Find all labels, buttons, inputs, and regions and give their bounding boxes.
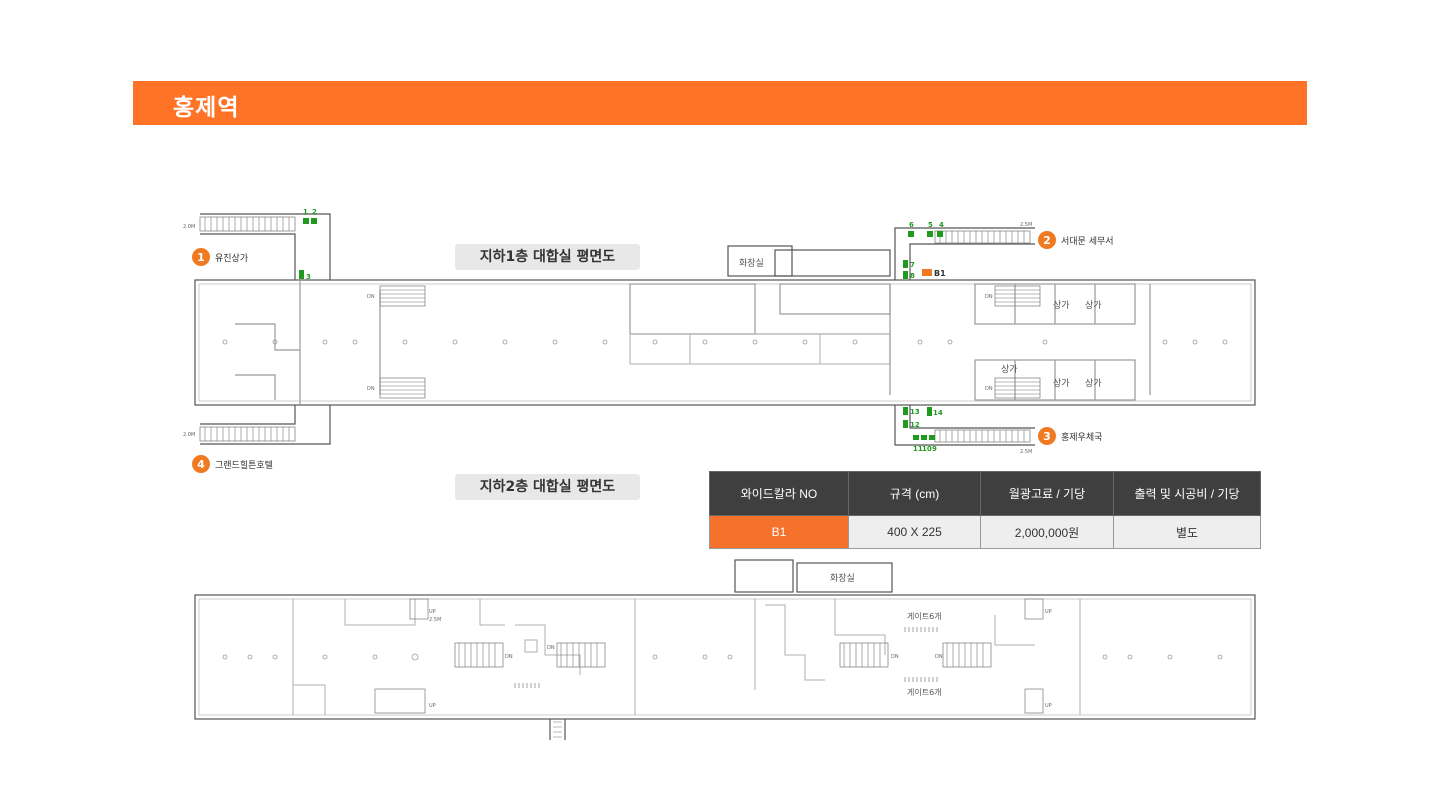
exit-1-label: 유진상가 bbox=[215, 253, 248, 264]
col-header-no: 와이드칼라 NO bbox=[709, 471, 849, 516]
b2-up-1: UP bbox=[429, 609, 436, 615]
b1-shop-1: 상가 bbox=[1053, 300, 1070, 311]
ad-num-13: 13 bbox=[910, 408, 920, 416]
b2-dn-3: DN bbox=[891, 654, 899, 660]
b2-gate-top-label: 게이트6개 bbox=[907, 611, 942, 621]
ad-num-9: 9 bbox=[932, 445, 937, 453]
ad-num-2: 2 bbox=[312, 208, 317, 216]
page-title: 홍제역 bbox=[173, 95, 240, 121]
b1-dn-1: DN bbox=[367, 294, 375, 300]
exit-4-badge: 4 그랜드힐튼호텔 bbox=[192, 455, 273, 473]
b2-up-3: UP bbox=[1045, 609, 1052, 615]
b1-stair-width-2: 2.5M bbox=[1020, 222, 1032, 228]
b1-restroom-label: 화장실 bbox=[739, 258, 764, 269]
b1-stair-width-3: 2.5M bbox=[1020, 449, 1032, 455]
b1-dn-2: DN bbox=[367, 386, 375, 392]
svg-text:2: 2 bbox=[1043, 234, 1051, 247]
b1-ad-spot-label: B1 bbox=[934, 269, 946, 278]
cell-no: B1 bbox=[709, 515, 849, 549]
b1-stair-width-4: 2.0M bbox=[183, 432, 195, 438]
b2-up-4: UP bbox=[1045, 703, 1052, 709]
b1-shop-4: 상가 bbox=[1053, 378, 1070, 389]
exit-2-label: 서대문 세무서 bbox=[1061, 236, 1114, 247]
ad-num-8: 8 bbox=[910, 272, 915, 280]
b2-dn-4: DN bbox=[935, 654, 943, 660]
b1-shop-3: 상가 bbox=[1001, 364, 1018, 375]
b2-gate-bottom-label: 게이트6개 bbox=[907, 687, 942, 697]
ad-num-1: 1 bbox=[303, 208, 308, 216]
table-row: B1 400 X 225 2,000,000원 별도 bbox=[709, 515, 1261, 549]
page-title-bar: 홍제역 bbox=[133, 81, 1307, 125]
svg-text:4: 4 bbox=[197, 458, 205, 471]
ad-num-3: 3 bbox=[306, 273, 311, 281]
b1-shop-5: 상가 bbox=[1085, 378, 1102, 389]
cell-fee: 2,000,000원 bbox=[980, 515, 1114, 549]
ad-num-6: 6 bbox=[909, 221, 914, 229]
ad-spec-table: 와이드칼라 NO 규격 (cm) 월광고료 / 기당 출력 및 시공비 / 기당… bbox=[709, 471, 1261, 549]
b1-dn-3: DN bbox=[985, 294, 993, 300]
b2-concourse-wall bbox=[194, 594, 1256, 720]
exit-4-label: 그랜드힐튼호텔 bbox=[215, 459, 273, 471]
ad-num-7: 7 bbox=[910, 261, 915, 269]
b2-dn-1: DN bbox=[505, 654, 513, 660]
floor-b1-map: 1 유진상가 2 서대문 세무서 3 홍제우체국 4 그랜드힐튼호텔 화장실 2… bbox=[183, 208, 1256, 473]
ad-num-14: 14 bbox=[933, 409, 943, 417]
col-header-fee: 월광고료 / 기당 bbox=[980, 471, 1114, 516]
ad-num-12: 12 bbox=[910, 421, 920, 429]
ad-num-5: 5 bbox=[928, 221, 933, 229]
col-header-cost: 출력 및 시공비 / 기당 bbox=[1113, 471, 1261, 516]
b1-ad-markers bbox=[299, 218, 943, 440]
b1-shop-2: 상가 bbox=[1085, 300, 1102, 311]
b2-dn-2: DN bbox=[547, 645, 555, 651]
ad-num-4: 4 bbox=[939, 221, 944, 229]
svg-text:3: 3 bbox=[1043, 430, 1051, 443]
b2-restroom-label: 화장실 bbox=[830, 573, 855, 584]
ad-num-10: 10 bbox=[922, 445, 932, 453]
col-header-size: 규격 (cm) bbox=[848, 471, 981, 516]
b1-dn-4: DN bbox=[985, 386, 993, 392]
cell-size: 400 X 225 bbox=[848, 515, 981, 549]
b1-ad-spot bbox=[922, 269, 932, 276]
exit-3-label: 홍제우체국 bbox=[1061, 431, 1102, 443]
b2-stair-width: 2.5M bbox=[429, 617, 441, 623]
b2-up-2: UP bbox=[429, 703, 436, 709]
exit-2-badge: 2 서대문 세무서 bbox=[1038, 231, 1114, 249]
floor-b2-map: 화장실 게이트6개 게이트6개 UP 2.5M UP UP UP DN DN D… bbox=[194, 559, 1256, 740]
svg-text:1: 1 bbox=[197, 251, 205, 264]
b1-stair-width-1: 2.0M bbox=[183, 224, 195, 230]
cell-cost: 별도 bbox=[1113, 515, 1261, 549]
exit-1-badge: 1 유진상가 bbox=[192, 248, 248, 266]
exit-3-badge: 3 홍제우체국 bbox=[1038, 427, 1102, 445]
table-header-row: 와이드칼라 NO 규격 (cm) 월광고료 / 기당 출력 및 시공비 / 기당 bbox=[709, 471, 1261, 516]
